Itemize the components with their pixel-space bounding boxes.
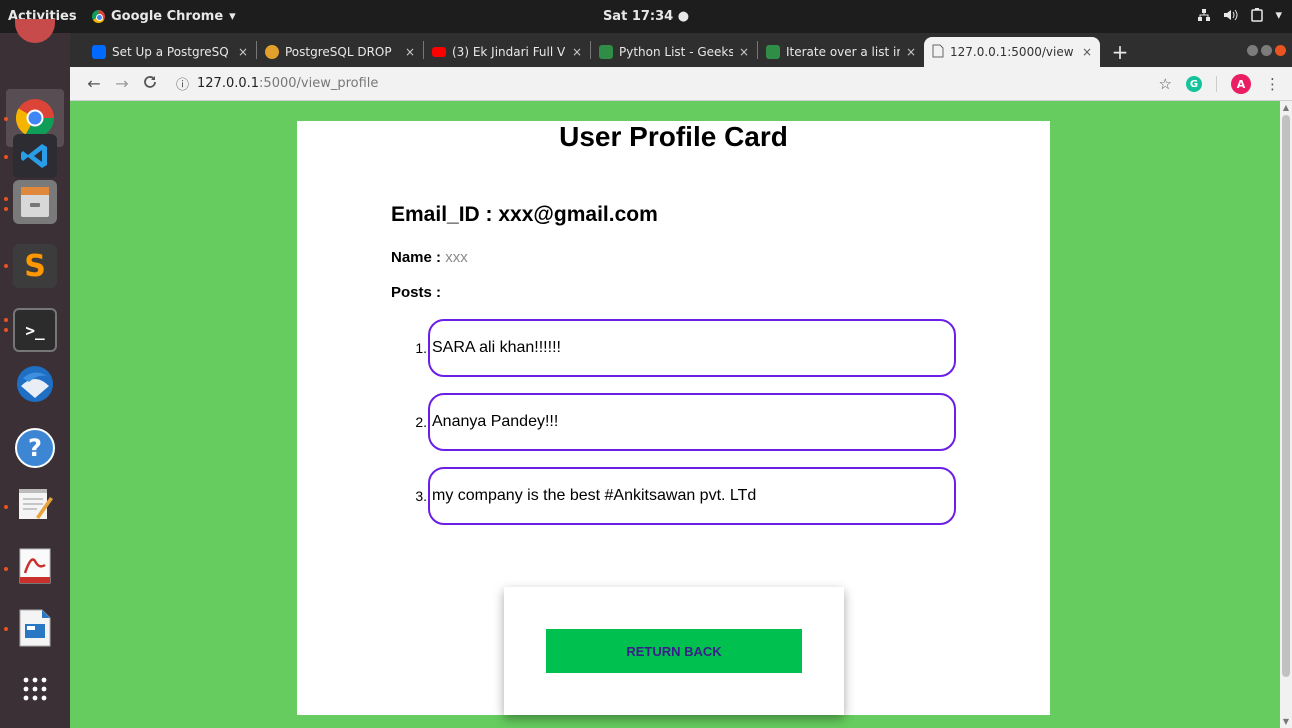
- youtube-icon: [432, 47, 446, 57]
- post-text: SARA ali khan!!!!!!: [432, 339, 561, 356]
- caret-down-icon: ▾: [229, 9, 236, 24]
- chrome-icon: [92, 10, 105, 23]
- close-window-button[interactable]: [1275, 45, 1286, 56]
- dock-libreoffice-impress-icon[interactable]: [13, 606, 57, 650]
- post-number: 1.: [415, 340, 427, 356]
- post-number: 2.: [415, 414, 427, 430]
- postgres-icon: [265, 45, 279, 59]
- browser-toolbar: ← → ⓘ 127.0.0.1:5000/view_profile ☆ G A …: [70, 67, 1292, 101]
- dock-show-apps-icon[interactable]: [13, 667, 57, 711]
- email-heading: Email_ID : xxx@gmail.com: [391, 203, 658, 226]
- tab-3[interactable]: Python List - Geeks ×: [591, 37, 757, 67]
- post-item: my company is the best #Ankitsawan pvt. …: [428, 467, 956, 525]
- return-panel: RETURN BACK: [504, 587, 844, 715]
- tab-5-active[interactable]: 127.0.0.1:5000/view ×: [924, 37, 1100, 67]
- address-bar[interactable]: ⓘ 127.0.0.1:5000/view_profile: [176, 74, 378, 93]
- tab-4[interactable]: Iterate over a list ir ×: [758, 37, 924, 67]
- tab-0[interactable]: Set Up a PostgreSQ ×: [70, 37, 256, 67]
- name-row: Name : xxx: [391, 249, 468, 266]
- scrollbar-thumb[interactable]: [1282, 115, 1290, 677]
- return-back-button[interactable]: RETURN BACK: [546, 629, 802, 673]
- dock-running-indicator: [4, 264, 8, 268]
- dock-help-icon[interactable]: ?: [13, 426, 57, 470]
- post-item: Ananya Pandey!!!: [428, 393, 956, 451]
- post-text: Ananya Pandey!!!: [432, 413, 559, 430]
- dock-sublime-icon[interactable]: S: [13, 244, 57, 288]
- post-text: my company is the best #Ankitsawan pvt. …: [432, 487, 757, 504]
- scroll-up-arrow-icon[interactable]: ▲: [1280, 103, 1292, 112]
- dock-running-indicator: [4, 567, 8, 571]
- post-item: SARA ali khan!!!!!!: [428, 319, 956, 377]
- digitalocean-icon: [92, 45, 106, 59]
- tab-close-icon[interactable]: ×: [238, 45, 248, 59]
- tab-close-icon[interactable]: ×: [572, 45, 582, 59]
- dock-running-indicator: [4, 328, 8, 332]
- tab-close-icon[interactable]: ×: [405, 45, 415, 59]
- geeksforgeeks-icon: [599, 45, 613, 59]
- scroll-down-arrow-icon[interactable]: ▼: [1280, 717, 1292, 726]
- url-path: :5000/view_profile: [259, 76, 379, 91]
- volume-icon: [1223, 8, 1239, 26]
- system-menu-icon: ▾: [1275, 7, 1282, 23]
- toolbar-divider: [1216, 76, 1217, 92]
- toolbar-actions: ☆ G A ⋮: [1159, 67, 1280, 101]
- posts-label: Posts :: [391, 284, 442, 301]
- network-icon: [1197, 8, 1211, 26]
- page-scrollbar[interactable]: ▲ ▼: [1280, 101, 1292, 728]
- top-bar: Activities Google Chrome ▾ Sat 17:34 ● ▾: [0, 0, 1292, 33]
- app-menu[interactable]: Google Chrome ▾: [92, 9, 236, 24]
- dock-running-indicator: [4, 207, 8, 211]
- forward-button[interactable]: →: [110, 74, 134, 93]
- dock-running-indicator: [4, 155, 8, 159]
- battery-icon: [1251, 7, 1264, 26]
- window-controls: [1247, 45, 1286, 56]
- dock-vscode-icon[interactable]: [13, 134, 57, 178]
- url-host: 127.0.0.1: [197, 76, 260, 91]
- new-tab-button[interactable]: +: [1100, 37, 1140, 67]
- dock-text-editor-icon[interactable]: [13, 482, 57, 526]
- tab-close-icon[interactable]: ×: [739, 45, 749, 59]
- dock-thunderbird-icon[interactable]: [13, 362, 57, 406]
- dock: S >_ ?: [0, 19, 70, 728]
- back-button[interactable]: ←: [82, 74, 106, 93]
- name-label: Name :: [391, 249, 442, 266]
- post-number: 3.: [415, 488, 427, 504]
- page-title: User Profile Card: [559, 121, 788, 152]
- dock-running-indicator: [4, 627, 8, 631]
- dock-document-viewer-icon[interactable]: [13, 544, 57, 588]
- tab-1[interactable]: PostgreSQL DROP ×: [257, 37, 423, 67]
- name-value: xxx: [445, 249, 468, 266]
- page-viewport: User Profile Card Email_ID : xxx@gmail.c…: [70, 101, 1280, 728]
- dock-ubuntu-software-icon[interactable]: [13, 19, 57, 43]
- dock-running-indicator: [4, 117, 8, 121]
- profile-avatar[interactable]: A: [1231, 74, 1251, 94]
- maximize-button[interactable]: [1261, 45, 1272, 56]
- dock-terminal-icon[interactable]: >_: [13, 308, 57, 352]
- tab-strip: Set Up a PostgreSQ × PostgreSQL DROP × (…: [70, 33, 1292, 67]
- kebab-menu-icon[interactable]: ⋮: [1265, 75, 1280, 93]
- tab-close-icon[interactable]: ×: [1082, 45, 1092, 59]
- tab-close-icon[interactable]: ×: [906, 45, 916, 59]
- dock-running-indicator: [4, 505, 8, 509]
- info-icon[interactable]: ⓘ: [176, 74, 189, 93]
- reload-button[interactable]: [138, 74, 162, 93]
- geeksforgeeks-icon: [766, 45, 780, 59]
- page-icon: [932, 44, 944, 61]
- dock-running-indicator: [4, 197, 8, 201]
- grammarly-extension-icon[interactable]: G: [1186, 76, 1202, 92]
- tab-2[interactable]: (3) Ek Jindari Full V ×: [424, 37, 590, 67]
- dock-running-indicator: [4, 318, 8, 322]
- system-tray[interactable]: ▾: [1197, 7, 1282, 26]
- minimize-button[interactable]: [1247, 45, 1258, 56]
- bookmark-star-icon[interactable]: ☆: [1159, 75, 1172, 93]
- dock-files-icon[interactable]: [13, 180, 57, 224]
- app-menu-label: Google Chrome: [111, 9, 224, 24]
